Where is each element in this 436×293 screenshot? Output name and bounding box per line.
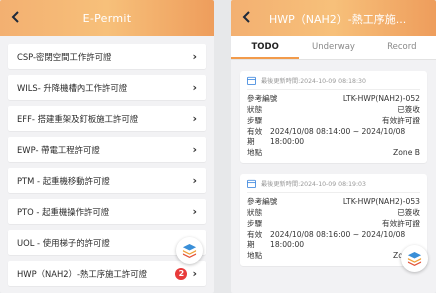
- back-button[interactable]: [11, 10, 20, 26]
- permit-card[interactable]: 最後更新時間:2024-10-09 08:19:03 參考編號 LTK-HWP(…: [240, 174, 427, 266]
- field-label: 狀態: [247, 208, 263, 217]
- permit-item-label: EWP- 帶電工程許可證: [17, 144, 100, 155]
- field-label: 狀態: [247, 105, 263, 114]
- field-step: 步驟 有效許可證: [247, 218, 420, 229]
- field-value: 2024/10/08 08:16:00 ~ 2024/10/08 18:00:0…: [270, 230, 406, 249]
- field-label: 有效期: [247, 230, 263, 249]
- field-reference: 參考編號 LTK-HWP(NAH2)-053: [247, 196, 420, 207]
- page-title: HWP（NAH2）-熱工序施...: [269, 13, 407, 26]
- permit-item-label: HWP（NAH2）-熱工序施工許可證: [17, 268, 148, 279]
- field-label: 地點: [247, 251, 263, 260]
- tab-todo[interactable]: TODO: [231, 36, 300, 59]
- permit-card[interactable]: 最後更新時間:2024-10-09 08:18:30 參考編號 LTK-HWP(…: [240, 71, 427, 163]
- chevron-right-icon: ›: [192, 267, 197, 280]
- field-value: 有效許可證: [382, 219, 420, 228]
- stack-layers-icon: [182, 243, 197, 258]
- permit-item-label: PTO - 起重機操作許可證: [17, 206, 110, 217]
- card-header: 最後更新時間:2024-10-09 08:19:03: [247, 179, 420, 193]
- tab-bar: TODO Underway Record: [231, 36, 436, 60]
- back-button[interactable]: [242, 10, 251, 26]
- permit-item-csp[interactable]: CSP-密閉空間工作許可證 ›: [8, 44, 206, 69]
- permit-item-hwp[interactable]: HWP（NAH2）-熱工序施工許可證 2 ›: [8, 261, 206, 286]
- notification-badge: 2: [175, 267, 188, 280]
- chevron-right-icon: ›: [192, 143, 197, 156]
- header-bar: E-Permit: [0, 0, 214, 36]
- field-location: 地點 Zone B: [247, 250, 420, 261]
- permit-item-ptm[interactable]: PTM - 起重機移動許可證 ›: [8, 168, 206, 193]
- field-label: 參考編號: [247, 94, 278, 103]
- permit-list-screen: E-Permit CSP-密閉空間工作許可證 › WILS- 升降機槽內工作許可…: [0, 0, 214, 293]
- chevron-right-icon: ›: [192, 112, 197, 125]
- page-title: E-Permit: [82, 11, 132, 25]
- field-value: 已簽收: [397, 208, 420, 217]
- floating-action-button[interactable]: [176, 237, 203, 264]
- field-value: 2024/10/08 08:14:00 ~ 2024/10/08 18:00:0…: [270, 127, 406, 146]
- chevron-right-icon: ›: [192, 50, 197, 63]
- permit-item-ewp[interactable]: EWP- 帶電工程許可證 ›: [8, 137, 206, 162]
- last-updated-text: 最後更新時間:2024-10-09 08:19:03: [261, 181, 366, 188]
- chevron-right-icon: ›: [192, 174, 197, 187]
- field-value: 有效許可證: [382, 116, 420, 125]
- chevron-left-icon: [242, 11, 250, 23]
- floating-action-button[interactable]: [401, 245, 428, 272]
- field-label: 參考編號: [247, 197, 278, 206]
- permit-item-label: WILS- 升降機槽內工作許可證: [17, 82, 128, 93]
- last-updated-text: 最後更新時間:2024-10-09 08:18:30: [261, 78, 366, 85]
- permit-item-label: UOL - 使用梯子的許可證: [17, 237, 110, 248]
- tab-underway[interactable]: Underway: [299, 36, 367, 59]
- calendar-icon: [247, 179, 256, 188]
- field-value: Zone B: [393, 148, 420, 157]
- card-header: 最後更新時間:2024-10-09 08:18:30: [247, 76, 420, 90]
- field-value: LTK-HWP(NAH2)-052: [342, 94, 420, 103]
- stack-layers-icon: [407, 251, 422, 266]
- field-value: 已簽收: [397, 105, 420, 114]
- chevron-left-icon: [11, 11, 19, 23]
- field-reference: 參考編號 LTK-HWP(NAH2)-052: [247, 93, 420, 104]
- permit-detail-screen: HWP（NAH2）-熱工序施... TODO Underway Record 最…: [231, 0, 436, 293]
- tab-record[interactable]: Record: [368, 36, 436, 59]
- field-validity-period: 有效期 2024/10/08 08:16:00 ~ 2024/10/08 18:…: [247, 230, 420, 249]
- permit-item-label: PTM - 起重機移動許可證: [17, 175, 110, 186]
- field-label: 有效期: [247, 127, 263, 146]
- field-label: 步驟: [247, 116, 263, 125]
- permit-item-wils[interactable]: WILS- 升降機槽內工作許可證 ›: [8, 75, 206, 100]
- permit-item-label: CSP-密閉空間工作許可證: [17, 51, 112, 62]
- field-status: 狀態 已簽收: [247, 207, 420, 218]
- permit-item-eff[interactable]: EFF- 搭建重架及釘板施工許可證 ›: [8, 106, 206, 131]
- chevron-right-icon: ›: [192, 205, 197, 218]
- header-bar: HWP（NAH2）-熱工序施...: [231, 0, 436, 36]
- permit-item-pto[interactable]: PTO - 起重機操作許可證 ›: [8, 199, 206, 224]
- field-value: LTK-HWP(NAH2)-053: [342, 197, 420, 206]
- field-location: 地點 Zone B: [247, 147, 420, 158]
- chevron-right-icon: ›: [192, 81, 197, 94]
- field-status: 狀態 已簽收: [247, 104, 420, 115]
- permit-item-label: EFF- 搭建重架及釘板施工許可證: [17, 113, 139, 124]
- field-validity-period: 有效期 2024/10/08 08:14:00 ~ 2024/10/08 18:…: [247, 127, 420, 146]
- field-label: 步驟: [247, 219, 263, 228]
- field-label: 地點: [247, 148, 263, 157]
- field-step: 步驟 有效許可證: [247, 115, 420, 126]
- calendar-icon: [247, 76, 256, 85]
